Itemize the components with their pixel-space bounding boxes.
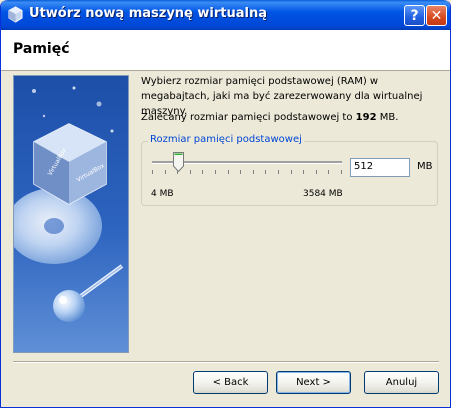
- slider-tick: [228, 170, 229, 174]
- memory-group-label: Rozmiar pamięci podstawowej: [148, 134, 304, 145]
- slider-tick: [341, 170, 342, 174]
- slider-max-label: 3584 MB: [303, 189, 343, 199]
- recommend-prefix: Zalecany rozmiar pamięci podstawowej to: [141, 112, 356, 123]
- wizard-side-image: VirtualBox VirtualBox: [13, 75, 129, 353]
- slider-tick: [253, 170, 254, 174]
- recommendation-text: Zalecany rozmiar pamięci podstawowej to …: [141, 112, 398, 123]
- slider-min-label: 4 MB: [151, 189, 174, 199]
- wizard-header: Pamięć: [1, 30, 450, 71]
- recommend-suffix: MB.: [376, 112, 399, 123]
- memory-size-input[interactable]: 512: [350, 158, 410, 177]
- slider-tick: [265, 170, 266, 174]
- close-button[interactable]: ✕: [426, 5, 447, 26]
- memory-groupbox: Rozmiar pamięci podstawowej 512 MB 4 MB …: [141, 134, 438, 206]
- page-title: Pamięć: [13, 41, 70, 57]
- slider-tick: [202, 170, 203, 174]
- help-icon: ?: [410, 7, 419, 24]
- cancel-button[interactable]: Anuluj: [364, 371, 439, 394]
- title-bar[interactable]: Utwórz nową maszynę wirtualną ? ✕: [1, 0, 450, 30]
- slider-tick: [165, 170, 166, 174]
- recommend-value: 192: [355, 112, 377, 123]
- slider-tick: [316, 170, 317, 174]
- wizard-window: Utwórz nową maszynę wirtualną ? ✕ Pamięć: [0, 0, 451, 408]
- slider-tick: [303, 170, 304, 174]
- memory-unit-label: MB: [417, 161, 433, 172]
- slider-tick: [240, 170, 241, 174]
- virtualbox-icon: [8, 6, 23, 23]
- virtualbox-artwork: VirtualBox VirtualBox: [14, 76, 128, 352]
- slider-tick: [190, 170, 191, 174]
- footer-divider: [13, 361, 439, 363]
- next-button[interactable]: Next >: [276, 371, 351, 394]
- slider-tick: [152, 170, 153, 174]
- close-icon: ✕: [430, 7, 443, 24]
- window-title: Utwórz nową maszynę wirtualną: [29, 6, 268, 21]
- slider-tick: [215, 170, 216, 174]
- slider-tick: [328, 170, 329, 174]
- back-button[interactable]: < Back: [193, 371, 268, 394]
- memory-slider-thumb[interactable]: [173, 152, 185, 172]
- slider-tick: [291, 170, 292, 174]
- slider-tick: [278, 170, 279, 174]
- help-button[interactable]: ?: [404, 5, 425, 26]
